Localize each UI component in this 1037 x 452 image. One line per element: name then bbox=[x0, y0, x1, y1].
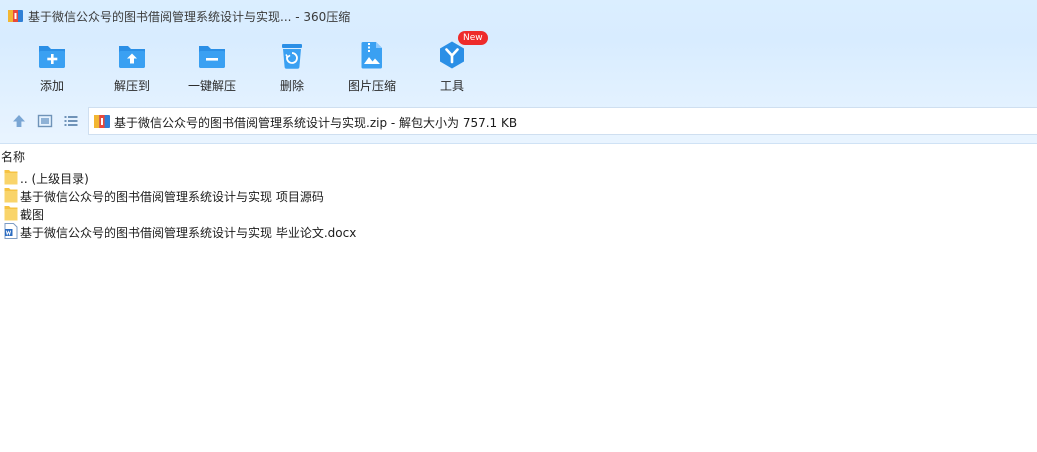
add-label: 添加 bbox=[39, 79, 64, 93]
word-document-icon bbox=[4, 223, 18, 239]
list-item-screenshots-folder[interactable]: 截图 bbox=[0, 204, 400, 222]
add-button[interactable]: 添加 bbox=[16, 36, 88, 98]
list-item-name: 截图 bbox=[20, 208, 45, 222]
add-folder-icon bbox=[39, 46, 65, 68]
list-item-name: .. (上级目录) bbox=[20, 172, 89, 186]
list-item-thesis-docx[interactable]: 基于微信公众号的图书借阅管理系统设计与实现 毕业论文.docx bbox=[0, 222, 400, 240]
extract-to-button[interactable]: 解压到 bbox=[96, 36, 168, 98]
one-click-extract-button[interactable]: 一键解压 bbox=[176, 36, 248, 98]
column-name-label: 名称 bbox=[1, 150, 26, 164]
archive-app-icon bbox=[8, 10, 23, 22]
thumbnail-view-icon[interactable] bbox=[37, 113, 53, 129]
list-view-icon[interactable] bbox=[63, 113, 79, 129]
new-badge: New bbox=[458, 31, 488, 45]
up-arrow-icon[interactable] bbox=[11, 113, 27, 129]
one-click-extract-icon bbox=[199, 46, 225, 68]
extract-to-icon bbox=[119, 46, 145, 68]
list-item-parent-directory[interactable]: .. (上级目录) bbox=[0, 168, 400, 186]
app-chrome: 基于微信公众号的图书借阅管理系统设计与实现... - 360压缩 添加 解压到 bbox=[0, 0, 1037, 144]
list-item-name: 基于微信公众号的图书借阅管理系统设计与实现 毕业论文.docx bbox=[20, 226, 357, 240]
one-click-extract-label: 一键解压 bbox=[187, 79, 236, 93]
image-compress-label: 图片压缩 bbox=[347, 79, 396, 93]
window-title: 基于微信公众号的图书借阅管理系统设计与实现... - 360压缩 bbox=[28, 10, 351, 24]
tools-label: 工具 bbox=[439, 79, 464, 93]
title-bar: 基于微信公众号的图书借阅管理系统设计与实现... - 360压缩 bbox=[0, 0, 1037, 32]
navigation-row: 基于微信公众号的图书借阅管理系统设计与实现.zip - 解包大小为 757.1 … bbox=[0, 105, 1037, 137]
delete-button[interactable]: 删除 bbox=[256, 36, 328, 98]
file-list: .. (上级目录) 基于微信公众号的图书借阅管理系统设计与实现 项目源码 截图 … bbox=[0, 168, 1037, 240]
toolbar: 添加 解压到 一键解压 删除 图片压缩 New 工具 bbox=[0, 31, 1037, 98]
trash-icon bbox=[282, 44, 302, 69]
list-item-source-folder[interactable]: 基于微信公众号的图书借阅管理系统设计与实现 项目源码 bbox=[0, 186, 400, 204]
list-item-name: 基于微信公众号的图书借阅管理系统设计与实现 项目源码 bbox=[20, 190, 324, 204]
address-bar[interactable]: 基于微信公众号的图书借阅管理系统设计与实现.zip - 解包大小为 757.1 … bbox=[88, 107, 1037, 135]
tools-button[interactable]: New 工具 bbox=[416, 31, 488, 98]
address-path: 基于微信公众号的图书借阅管理系统设计与实现.zip - 解包大小为 757.1 … bbox=[114, 116, 518, 130]
delete-label: 删除 bbox=[279, 79, 304, 93]
folder-icon bbox=[4, 206, 18, 221]
zip-file-icon bbox=[94, 115, 110, 128]
image-compress-icon bbox=[361, 42, 382, 69]
folder-icon bbox=[4, 170, 18, 185]
image-compress-button[interactable]: 图片压缩 bbox=[336, 36, 408, 98]
extract-to-label: 解压到 bbox=[113, 79, 150, 93]
folder-icon bbox=[4, 188, 18, 203]
